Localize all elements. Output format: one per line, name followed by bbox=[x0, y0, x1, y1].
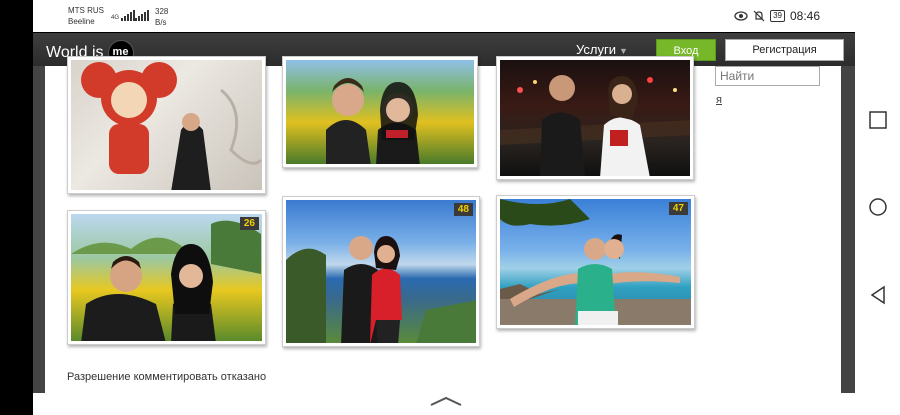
services-label: Услуги bbox=[576, 42, 616, 57]
comments-denied-notice: Разрешение комментировать отказано bbox=[67, 371, 267, 383]
main-content: 26 48 47 Найти я Разрешение комментирова… bbox=[45, 56, 841, 393]
status-bar: MTS RUS Beeline 4G 328 B/s 39 08:46 bbox=[33, 0, 855, 32]
eye-icon bbox=[734, 11, 748, 21]
network-type: 4G bbox=[111, 15, 120, 21]
photo-count-badge: 48 bbox=[453, 203, 473, 216]
photo-image bbox=[326, 78, 420, 164]
photo-count-badge: 26 bbox=[239, 217, 259, 230]
photo-count-badge: 47 bbox=[668, 202, 688, 215]
carrier-info: MTS RUS Beeline bbox=[68, 5, 104, 27]
photo-image bbox=[71, 220, 261, 341]
carrier-2: Beeline bbox=[68, 17, 95, 26]
signal-icon: 4G bbox=[111, 9, 136, 21]
caret-down-icon: ▼ bbox=[618, 46, 628, 56]
photo-thumbnail[interactable]: 48 bbox=[282, 196, 480, 347]
page-margin-right bbox=[841, 66, 855, 393]
page-margin-left bbox=[33, 66, 45, 393]
photo-thumbnail[interactable] bbox=[67, 56, 266, 194]
clock: 08:46 bbox=[789, 9, 820, 23]
home-button[interactable] bbox=[868, 197, 888, 217]
back-button[interactable] bbox=[868, 285, 888, 305]
browser-bottom-bar bbox=[33, 393, 855, 415]
photo-image bbox=[500, 75, 690, 176]
services-menu[interactable]: Услуги ▼ bbox=[576, 42, 628, 57]
sidebar-link[interactable]: я bbox=[716, 94, 722, 106]
search-input[interactable] bbox=[715, 66, 820, 86]
photo-thumbnail[interactable] bbox=[496, 56, 694, 180]
status-right: 39 08:46 bbox=[734, 9, 820, 23]
signal-icon bbox=[135, 9, 149, 21]
system-nav-bar bbox=[855, 0, 900, 415]
chevron-up-icon[interactable] bbox=[428, 395, 464, 407]
bell-off-icon bbox=[753, 10, 765, 22]
photo-image bbox=[81, 62, 262, 190]
photo-image bbox=[286, 236, 476, 343]
photo-thumbnail[interactable] bbox=[282, 56, 478, 168]
network-speed: 328 B/s bbox=[155, 6, 168, 28]
photo-thumbnail[interactable]: 26 bbox=[67, 210, 266, 345]
photo-thumbnail[interactable]: 47 bbox=[496, 195, 695, 329]
register-button[interactable]: Регистрация bbox=[725, 39, 844, 61]
speed-value: 328 bbox=[155, 7, 169, 16]
photo-image bbox=[500, 199, 691, 325]
carrier-1: MTS RUS bbox=[68, 6, 104, 15]
recent-apps-button[interactable] bbox=[868, 110, 888, 130]
speed-unit: B/s bbox=[155, 18, 167, 27]
battery-icon: 39 bbox=[770, 10, 785, 22]
